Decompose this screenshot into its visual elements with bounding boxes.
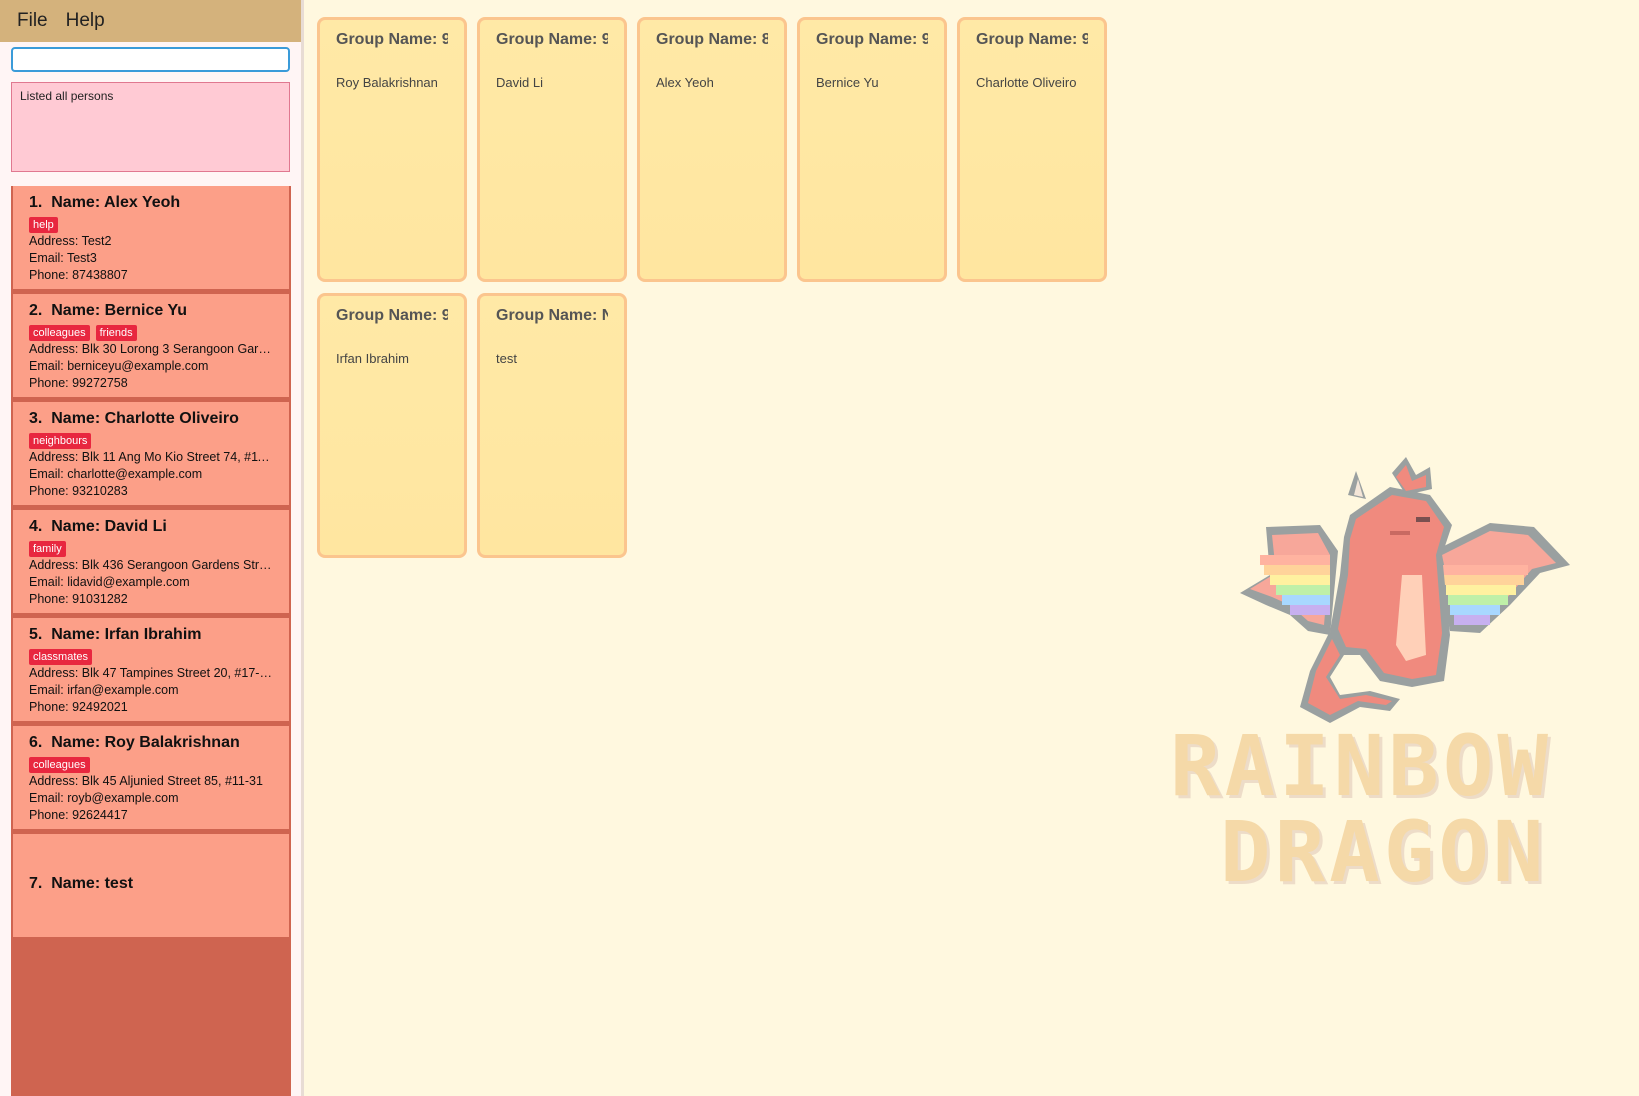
person-card[interactable]: 2. Name: Bernice Yu colleagues friends A…	[13, 294, 289, 397]
person-email: Email: irfan@example.com	[29, 683, 179, 697]
tag: classmates	[29, 649, 93, 665]
tag: friends	[95, 325, 137, 341]
person-address: Address: Blk 45 Aljunied Street 85, #11-…	[29, 774, 263, 788]
person-email: Email: Test3	[29, 251, 97, 265]
person-email: Email: berniceyu@example.com	[29, 359, 209, 373]
person-name: 4. Name: David Li	[29, 518, 167, 535]
command-input[interactable]	[11, 47, 290, 72]
group-title: Group Name: 92(	[336, 31, 448, 48]
tag-list: family	[29, 541, 273, 557]
tag-list: classmates	[29, 649, 273, 665]
person-name: 7. Name: test	[29, 875, 134, 892]
person-card[interactable]: 3. Name: Charlotte Oliveiro neighbours A…	[13, 402, 289, 505]
person-card[interactable]: 5. Name: Irfan Ibrahim classmates Addres…	[13, 618, 289, 721]
group-title: Group Name: 87	[656, 31, 768, 48]
person-address: Address: Blk 436 Serangoon Gardens Stree…	[29, 558, 273, 572]
person-name: 2. Name: Bernice Yu	[29, 302, 187, 319]
tag: colleagues	[29, 757, 90, 773]
person-email: Email: charlotte@example.com	[29, 467, 203, 481]
group-card[interactable]: Group Name: 99 Bernice Yu	[797, 17, 947, 282]
tag-list: neighbours	[29, 433, 273, 449]
person-card[interactable]: 7. Name: test	[13, 834, 289, 937]
person-address: Address: Blk 11 Ang Mo Kio Street 74, #1…	[29, 450, 273, 464]
group-title: Group Name: No	[496, 307, 608, 324]
group-card[interactable]: Group Name: 87 Alex Yeoh	[637, 17, 787, 282]
person-phone: Phone: 87438807	[29, 268, 128, 282]
result-display: Listed all persons	[11, 82, 290, 172]
person-phone: Phone: 93210283	[29, 484, 128, 498]
person-email: Email: lidavid@example.com	[29, 575, 190, 589]
group-card[interactable]: Group Name: 91( David Li	[477, 17, 627, 282]
tag-list: help	[29, 217, 273, 233]
person-address: Address: Blk 30 Lorong 3 Serangoon Gard.…	[29, 342, 273, 356]
person-phone: Phone: 92624417	[29, 808, 128, 822]
group-member: Irfan Ibrahim	[336, 351, 409, 366]
tag: family	[29, 541, 66, 557]
group-member: David Li	[496, 75, 543, 90]
group-title: Group Name: 99	[816, 31, 928, 48]
dragon-logo-icon	[1240, 457, 1570, 723]
panel-divider[interactable]	[301, 0, 304, 1096]
menu-bar: File Help	[0, 0, 301, 42]
help-menu[interactable]: Help	[48, 10, 105, 32]
person-list[interactable]: 1. Name: Alex Yeoh help Address: Test2 E…	[11, 186, 291, 1096]
tag: help	[29, 217, 58, 233]
person-address: Address: Test2	[29, 234, 112, 248]
group-member: Alex Yeoh	[656, 75, 714, 90]
person-phone: Phone: 92492021	[29, 700, 128, 714]
logo-text-rainbow: RAINBOW	[1170, 717, 1553, 815]
group-member: Charlotte Oliveiro	[976, 75, 1077, 90]
person-phone: Phone: 91031282	[29, 592, 128, 606]
group-card[interactable]: Group Name: No test	[477, 293, 627, 558]
logo-text-dragon: DRAGON	[1220, 803, 1548, 901]
group-title: Group Name: 91(	[496, 31, 608, 48]
group-title: Group Name: 92	[336, 307, 448, 324]
person-name: 5. Name: Irfan Ibrahim	[29, 626, 202, 643]
group-card[interactable]: Group Name: 92( Roy Balakrishnan	[317, 17, 467, 282]
person-name: 3. Name: Charlotte Oliveiro	[29, 410, 239, 427]
tag: colleagues	[29, 325, 90, 341]
group-title: Group Name: 93	[976, 31, 1088, 48]
person-card[interactable]: 6. Name: Roy Balakrishnan colleagues Add…	[13, 726, 289, 829]
tag-list: colleagues friends	[29, 325, 273, 341]
person-name: 1. Name: Alex Yeoh	[29, 194, 181, 211]
group-member: Roy Balakrishnan	[336, 75, 438, 90]
person-phone: Phone: 99272758	[29, 376, 128, 390]
group-member: test	[496, 351, 517, 366]
result-message: Listed all persons	[20, 89, 114, 103]
tag: neighbours	[29, 433, 92, 449]
file-menu[interactable]: File	[0, 10, 48, 32]
person-address: Address: Blk 47 Tampines Street 20, #17-…	[29, 666, 273, 680]
left-panel: File Help Listed all persons 1. Name: Al…	[0, 0, 304, 1096]
person-card[interactable]: 1. Name: Alex Yeoh help Address: Test2 E…	[13, 186, 289, 289]
group-card[interactable]: Group Name: 93 Charlotte Oliveiro	[957, 17, 1107, 282]
tag-list: colleagues	[29, 757, 273, 773]
person-name: 6. Name: Roy Balakrishnan	[29, 734, 240, 751]
group-card[interactable]: Group Name: 92 Irfan Ibrahim	[317, 293, 467, 558]
person-card[interactable]: 4. Name: David Li family Address: Blk 43…	[13, 510, 289, 613]
group-member: Bernice Yu	[816, 75, 879, 90]
person-email: Email: royb@example.com	[29, 791, 179, 805]
rainbow-dragon-logo: RAINBOW DRAGON	[1170, 455, 1639, 905]
